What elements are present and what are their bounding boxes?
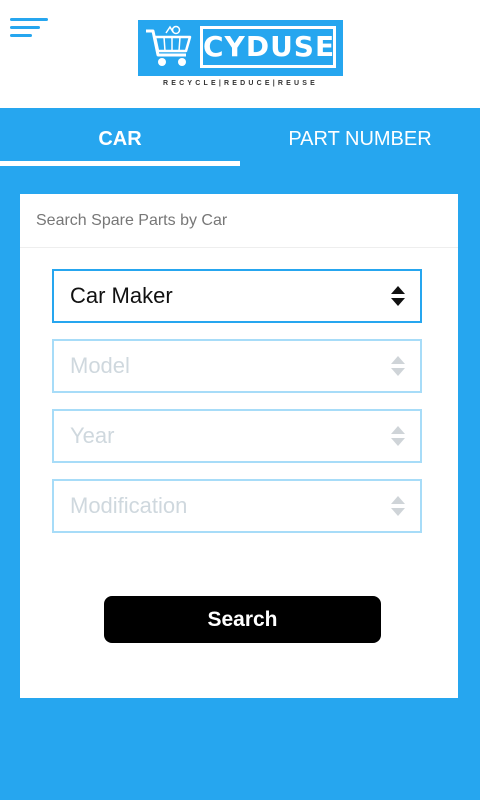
- modification-select[interactable]: Modification: [52, 479, 422, 533]
- tab-part-number[interactable]: PART NUMBER: [240, 108, 480, 166]
- hamburger-menu-icon[interactable]: [10, 18, 52, 42]
- up-down-arrows-icon: [390, 355, 406, 377]
- app-header: CYDUSE RECYCLE|REDUCE|REUSE: [0, 0, 480, 108]
- model-select-value: Model: [70, 353, 130, 378]
- year-select[interactable]: Year: [52, 409, 422, 463]
- up-down-arrows-icon: [390, 425, 406, 447]
- search-button[interactable]: Search: [104, 596, 381, 643]
- modification-select-value: Modification: [70, 493, 188, 518]
- search-card-title: Search Spare Parts by Car: [20, 194, 458, 248]
- brand-logo: CYDUSE RECYCLE|REDUCE|REUSE: [138, 20, 343, 90]
- logo-box: CYDUSE: [138, 20, 343, 76]
- year-select-value: Year: [70, 423, 115, 448]
- tab-car[interactable]: CAR: [0, 108, 240, 166]
- brand-name: CYDUSE: [200, 26, 336, 68]
- car-maker-select[interactable]: Car Maker: [52, 269, 422, 323]
- shopping-cart-recycle-icon: [146, 25, 192, 66]
- brand-tagline: RECYCLE|REDUCE|REUSE: [162, 80, 319, 87]
- up-down-arrows-icon: [390, 285, 406, 307]
- search-mode-tabs: CAR PART NUMBER: [0, 108, 480, 166]
- search-card: Search Spare Parts by Car Car Maker Mode…: [20, 194, 458, 698]
- up-down-arrows-icon: [390, 495, 406, 517]
- model-select[interactable]: Model: [52, 339, 422, 393]
- car-maker-select-value: Car Maker: [70, 283, 173, 308]
